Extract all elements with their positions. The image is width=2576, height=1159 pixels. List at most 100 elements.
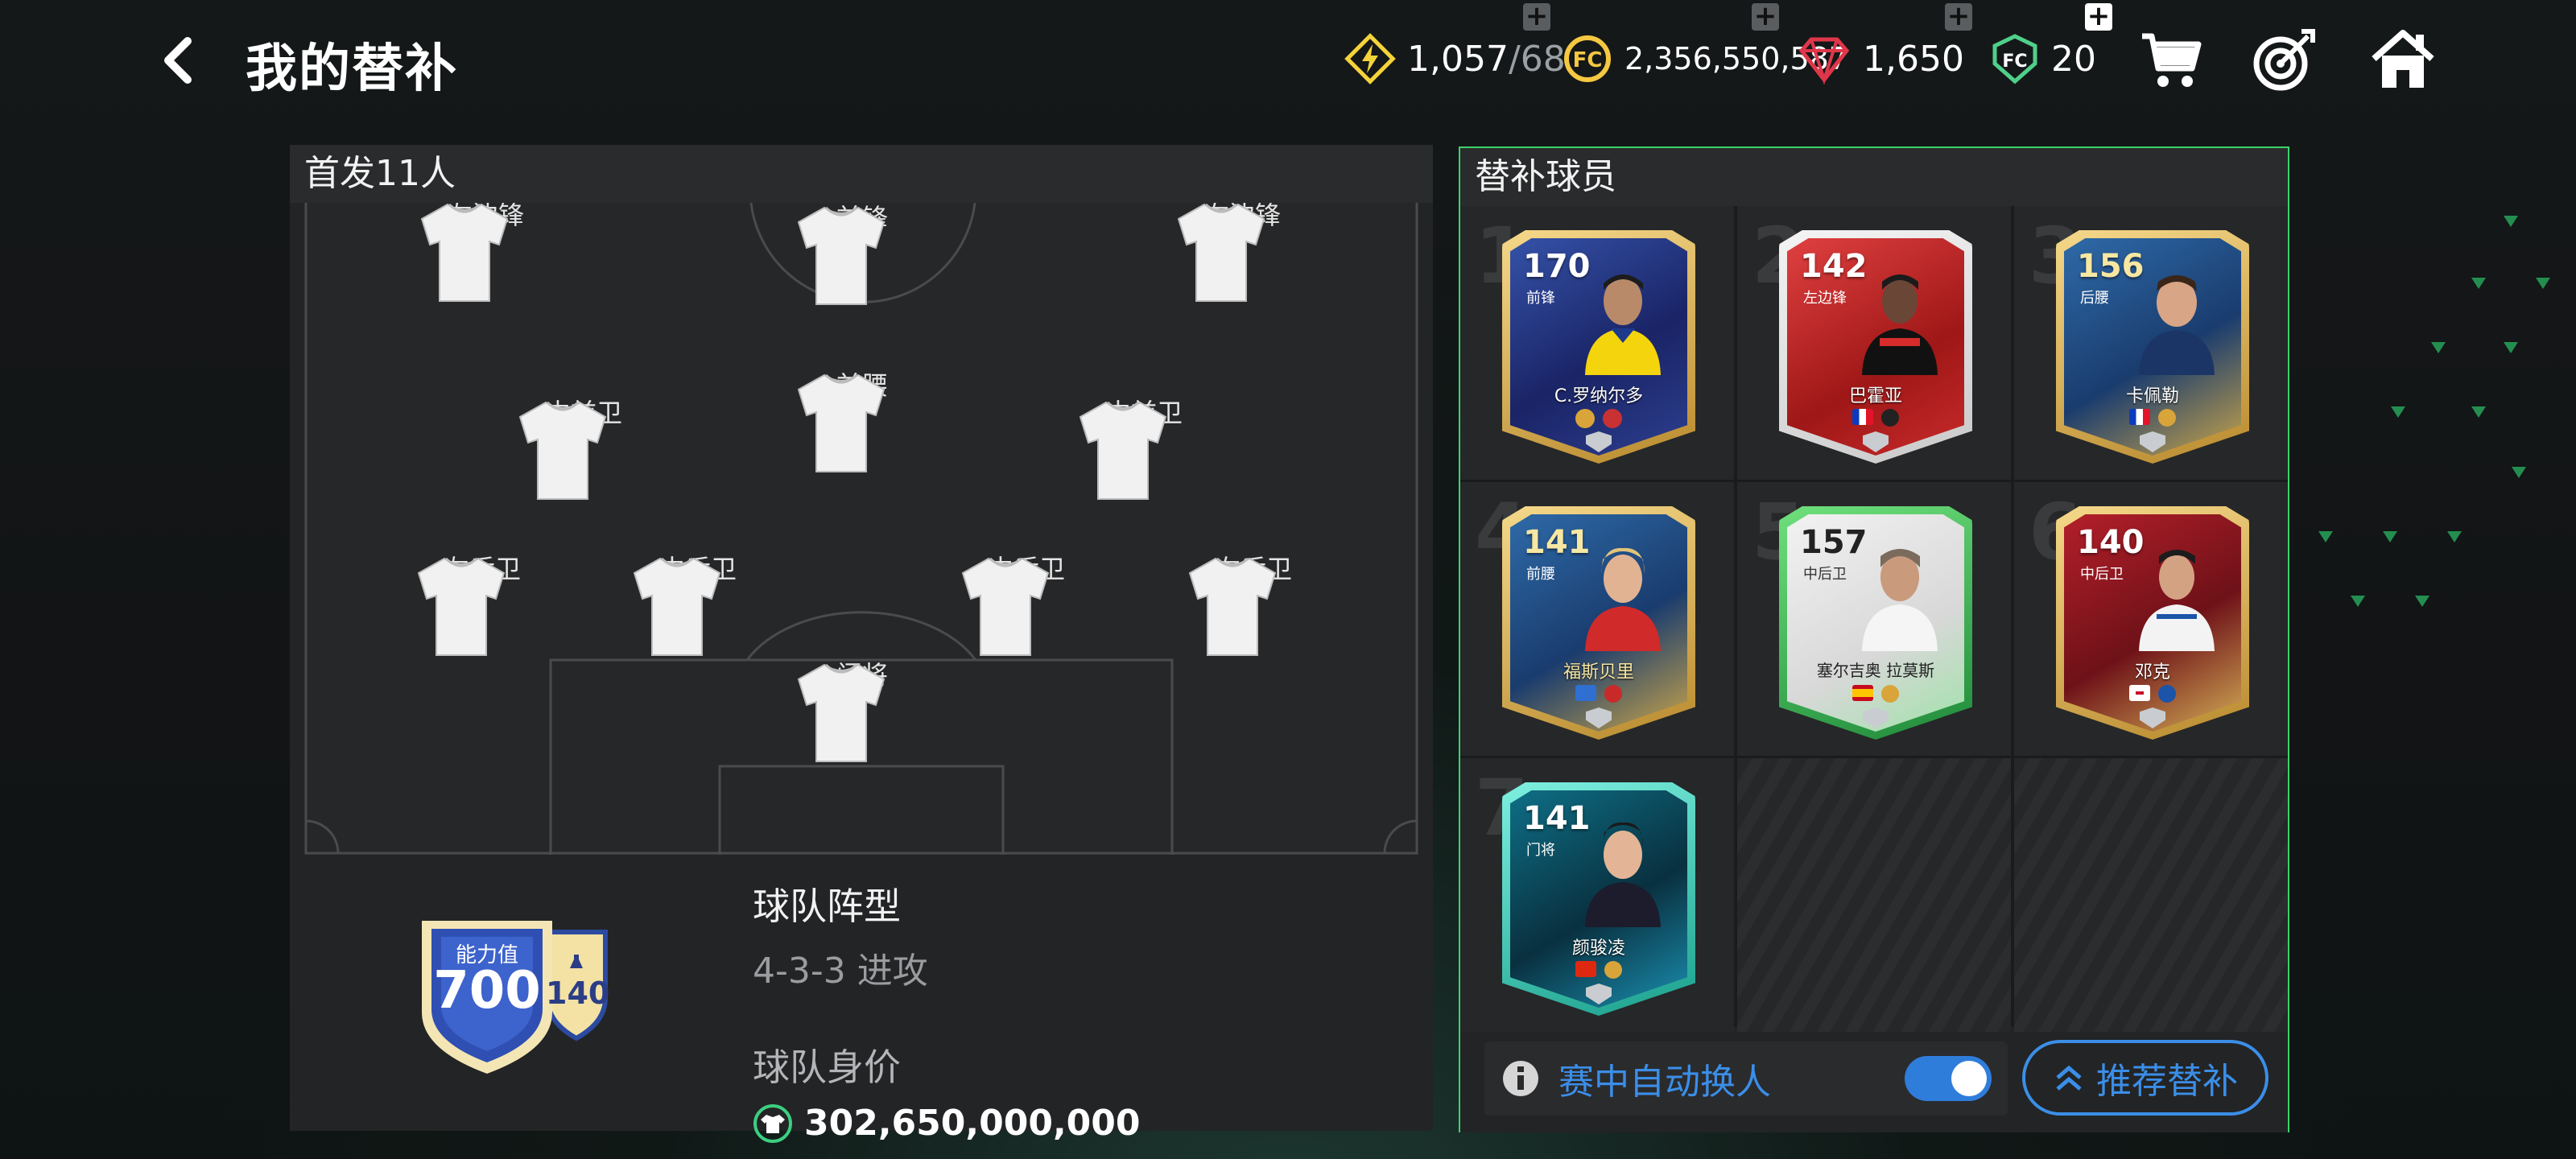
shirt-icon xyxy=(1177,203,1265,302)
card-rating: 141 xyxy=(1523,524,1591,561)
flask-icon xyxy=(570,955,583,968)
player-portrait xyxy=(1585,822,1661,927)
add-energy-button[interactable]: + xyxy=(1523,2,1550,31)
card-name: 塞尔吉奥 拉莫斯 xyxy=(1816,661,1935,680)
card-flags xyxy=(2056,685,2249,703)
player-striker[interactable]: 前锋 xyxy=(794,203,931,305)
shirt-icon xyxy=(961,557,1050,656)
card-flags xyxy=(1779,409,1972,427)
back-button[interactable] xyxy=(153,32,201,89)
starting-lineup-panel: 首发11人 左边锋 前锋 右边锋 中前卫 前腰 中前卫 左后卫 中后卫 中后卫 … xyxy=(290,145,1433,1144)
card-position: 中后卫 xyxy=(2080,566,2124,583)
recommend-label: 推荐替补 xyxy=(2096,1061,2238,1102)
card-rating: 170 xyxy=(1523,248,1591,285)
player-portrait xyxy=(1862,549,1938,651)
player-card: 141 门将 颜骏凌 xyxy=(1502,782,1695,1016)
sub-slot[interactable]: 4 141 前腰 福斯贝里 xyxy=(1460,482,1734,756)
formation-label: 球队阵型 xyxy=(753,885,901,928)
shirt-icon xyxy=(797,373,886,472)
card-position: 前腰 xyxy=(1526,566,1555,583)
player-portrait xyxy=(2139,550,2215,651)
player-right-back[interactable]: 右后卫 xyxy=(1185,552,1322,656)
panel-heading: 替补球员 xyxy=(1460,148,2288,206)
sub-slot[interactable]: 6 140 中后卫 邓克 xyxy=(2014,482,2288,756)
player-portrait xyxy=(2139,275,2215,375)
card-position: 后腰 xyxy=(2080,290,2109,307)
add-gems-button[interactable]: + xyxy=(1945,2,1972,31)
ovr-sub-value: 140 xyxy=(546,975,610,1011)
player-left-back[interactable]: 左后卫 xyxy=(414,552,551,656)
points-counter: FC 20 xyxy=(1990,31,2096,87)
add-coins-button[interactable]: + xyxy=(1752,2,1779,31)
formation-value: 4-3-3 进攻 xyxy=(753,951,928,992)
auto-sub-label: 赛中自动换人 xyxy=(1558,1062,1771,1103)
target-icon xyxy=(2253,29,2315,91)
add-points-button[interactable]: + xyxy=(2085,2,2112,31)
player-card: 140 中后卫 邓克 xyxy=(2056,506,2249,740)
player-right-winger[interactable]: 右边锋 xyxy=(1174,203,1311,302)
player-card: 170 前锋 C.罗纳尔多 xyxy=(1502,230,1695,464)
player-goalkeeper[interactable]: 门将 xyxy=(794,658,931,762)
card-name: 卡佩勒 xyxy=(2125,386,2179,406)
card-name: 巴霍亚 xyxy=(1848,386,1902,406)
player-card: 156 后腰 卡佩勒 xyxy=(2056,230,2249,464)
player-right-cm[interactable]: 中前卫 xyxy=(1075,396,1212,500)
objectives-button[interactable] xyxy=(2248,24,2320,97)
lightning-icon xyxy=(1344,33,1396,85)
player-right-cb[interactable]: 中后卫 xyxy=(958,552,1095,656)
card-rating: 156 xyxy=(2077,248,2145,285)
team-value-label: 球队身价 xyxy=(753,1046,901,1089)
sub-slot[interactable]: 2 142 左边锋 巴霍亚 xyxy=(1737,206,2011,480)
player-left-cm[interactable]: 中前卫 xyxy=(515,396,652,500)
empty-sub-slot[interactable] xyxy=(1737,758,2011,1032)
card-name: 邓克 xyxy=(2134,662,2170,683)
shop-button[interactable] xyxy=(2135,24,2207,97)
page-title: 我的替补 xyxy=(246,39,458,99)
card-rating: 141 xyxy=(1523,800,1591,837)
player-left-cb[interactable]: 中后卫 xyxy=(630,552,766,656)
gems-counter: 1,650 xyxy=(1797,31,1964,87)
player-cam[interactable]: 前腰 xyxy=(794,369,931,472)
shirt-icon xyxy=(1188,557,1277,656)
info-icon[interactable] xyxy=(1501,1058,1541,1099)
ovr-value: 700 xyxy=(433,961,541,1021)
player-portrait xyxy=(1585,547,1661,651)
cart-icon xyxy=(2142,33,2202,87)
card-name: 福斯贝里 xyxy=(1563,662,1634,683)
shirt-icon xyxy=(797,663,886,762)
home-icon xyxy=(2372,30,2434,88)
chevron-left-icon xyxy=(164,37,192,84)
empty-sub-slot[interactable] xyxy=(2014,758,2288,1032)
sub-slot[interactable]: 7 141 门将 颜骏凌 xyxy=(1460,758,1734,1032)
jersey-coin-icon xyxy=(753,1103,792,1143)
substitutes-grid: 1 170 前锋 C.罗纳尔多 2 142 左边锋 巴霍亚 3 156 后腰 卡… xyxy=(1460,206,2288,1032)
player-left-winger[interactable]: 左边锋 xyxy=(417,203,554,302)
card-position: 前锋 xyxy=(1526,290,1555,307)
svg-text:FC: FC xyxy=(2002,52,2027,72)
sub-slot[interactable]: 5 157 中后卫 塞尔吉奥 拉莫斯 xyxy=(1737,482,2011,756)
player-card: 157 中后卫 塞尔吉奥 拉莫斯 xyxy=(1779,506,1972,740)
player-card: 142 左边锋 巴霍亚 xyxy=(1779,230,1972,464)
team-value-row: 302,650,000,000 xyxy=(753,1103,1141,1144)
svg-text:FC: FC xyxy=(1573,48,1603,72)
card-name: 颜骏凌 xyxy=(1571,938,1625,959)
player-portrait xyxy=(1585,274,1661,375)
auto-sub-row: 赛中自动换人 xyxy=(1484,1041,2008,1116)
lineup-info: 球队阵型 4-3-3 进攻 球队身价 302,650,000,000 xyxy=(753,877,1141,1144)
card-rating: 140 xyxy=(2077,524,2145,561)
sub-slot[interactable]: 1 170 前锋 C.罗纳尔多 xyxy=(1460,206,1734,480)
card-flags xyxy=(1502,409,1695,428)
energy-counter: 1,057/68 xyxy=(1344,31,1566,87)
player-card: 141 前腰 福斯贝里 xyxy=(1502,506,1695,740)
auto-sub-toggle[interactable] xyxy=(1905,1056,1992,1101)
player-portrait xyxy=(1862,274,1938,375)
panel-heading: 首发11人 xyxy=(290,145,1433,203)
team-value: 302,650,000,000 xyxy=(804,1103,1141,1144)
card-flags xyxy=(1779,685,1972,703)
card-rating: 157 xyxy=(1800,524,1868,561)
recommend-subs-button[interactable]: 推荐替补 xyxy=(2022,1040,2268,1116)
sub-slot[interactable]: 3 156 后腰 卡佩勒 xyxy=(2014,206,2288,480)
home-button[interactable] xyxy=(2367,24,2439,97)
gem-icon xyxy=(1798,37,1850,85)
top-bar: 我的替补 + 1,057/68 + FC 2,356,550,587 + 1,6… xyxy=(0,0,2576,121)
